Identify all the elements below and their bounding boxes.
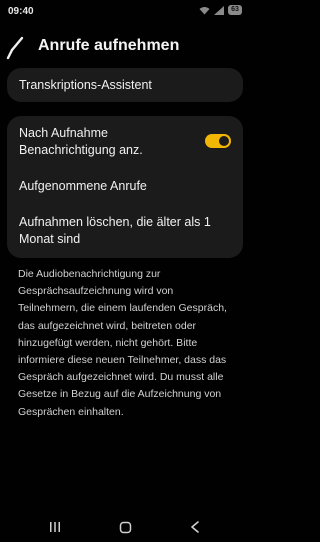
home-icon — [119, 521, 131, 533]
nav-back-button[interactable] — [185, 518, 205, 536]
notify-after-recording-label: Nach Aufnahme Benachrichtigung anz. — [19, 126, 143, 157]
nav-back-icon — [191, 521, 199, 533]
signal-icon — [214, 5, 224, 15]
notify-after-recording-item[interactable]: Nach Aufnahme Benachrichtigung anz. — [7, 116, 243, 166]
battery-icon: 63 — [228, 5, 242, 15]
header: Anrufe aufnehmen — [0, 28, 250, 64]
notify-after-recording-toggle[interactable] — [205, 134, 231, 148]
status-time: 09:40 — [8, 6, 34, 17]
recorded-calls-item[interactable]: Aufgenommene Anrufe — [7, 168, 243, 204]
recents-button[interactable] — [45, 518, 65, 536]
recorded-calls-label: Aufgenommene Anrufe — [19, 179, 147, 193]
status-bar: 09:40 63 — [0, 0, 250, 24]
delete-old-recordings-item[interactable]: Aufnahmen löschen, die älter als 1 Monat… — [7, 208, 243, 256]
toggle-knob — [219, 136, 229, 146]
transcription-assistant-label: Transkriptions-Assistent — [19, 78, 152, 92]
recents-icon — [50, 522, 60, 532]
transcription-assistant-item[interactable]: Transkriptions-Assistent — [7, 68, 243, 102]
page-title: Anrufe aufnehmen — [38, 37, 180, 54]
home-button[interactable] — [115, 518, 135, 536]
wifi-icon — [199, 6, 210, 14]
recording-info-text: Die Audiobenachrichtigung zur Gesprächsa… — [18, 268, 227, 418]
back-arrow-icon[interactable] — [6, 36, 30, 60]
navigation-bar — [0, 510, 250, 542]
delete-old-recordings-label: Aufnahmen löschen, die älter als 1 Monat… — [19, 215, 211, 246]
settings-group: Nach Aufnahme Benachrichtigung anz. Aufg… — [7, 116, 243, 258]
status-icons: 63 — [199, 5, 242, 15]
